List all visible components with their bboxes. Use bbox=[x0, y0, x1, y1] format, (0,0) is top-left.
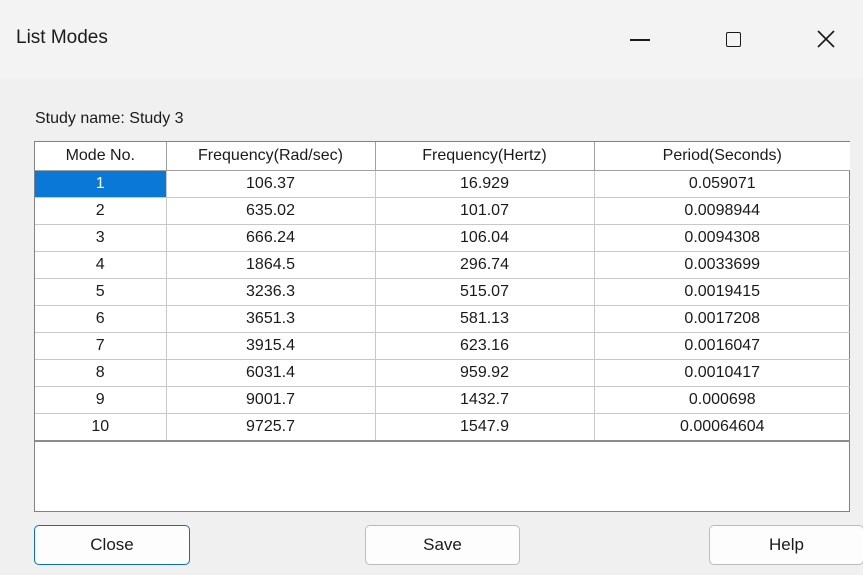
table-row[interactable]: 2 635.02 101.07 0.0098944 bbox=[35, 197, 850, 225]
cell-period[interactable]: 0.0010417 bbox=[594, 359, 850, 387]
cell-frequency-rad[interactable]: 9725.7 bbox=[166, 413, 376, 442]
cell-frequency-rad[interactable]: 3915.4 bbox=[166, 332, 376, 360]
cell-period[interactable]: 0.0017208 bbox=[594, 305, 850, 333]
table-row[interactable]: 6 3651.3 581.13 0.0017208 bbox=[35, 305, 850, 333]
help-button[interactable]: Help bbox=[709, 525, 863, 565]
cell-mode-no[interactable]: 9 bbox=[35, 386, 167, 414]
cell-mode-no[interactable]: 8 bbox=[35, 359, 167, 387]
study-name-label: Study name: Study 3 bbox=[35, 110, 184, 127]
save-button[interactable]: Save bbox=[365, 525, 520, 565]
cell-period[interactable]: 0.00064604 bbox=[594, 413, 850, 442]
cell-period[interactable]: 0.0098944 bbox=[594, 197, 850, 225]
cell-mode-no[interactable]: 2 bbox=[35, 197, 167, 225]
minimize-button[interactable] bbox=[610, 14, 670, 64]
table-row[interactable]: 10 9725.7 1547.9 0.00064604 bbox=[35, 413, 850, 442]
cell-mode-no[interactable]: 10 bbox=[35, 413, 167, 442]
title-bar: List Modes bbox=[0, 0, 863, 78]
maximize-button[interactable] bbox=[703, 14, 763, 64]
close-icon bbox=[817, 30, 835, 48]
cell-period[interactable]: 0.0094308 bbox=[594, 224, 850, 252]
cell-mode-no[interactable]: 5 bbox=[35, 278, 167, 306]
cell-period[interactable]: 0.0016047 bbox=[594, 332, 850, 360]
cell-frequency-hertz[interactable]: 581.13 bbox=[375, 305, 595, 333]
cell-mode-no[interactable]: 1 bbox=[35, 170, 167, 198]
column-header-frequency-rad[interactable]: Frequency(Rad/sec) bbox=[166, 142, 376, 171]
cell-frequency-rad[interactable]: 6031.4 bbox=[166, 359, 376, 387]
cell-frequency-hertz[interactable]: 623.16 bbox=[375, 332, 595, 360]
cell-frequency-hertz[interactable]: 1432.7 bbox=[375, 386, 595, 414]
minimize-icon bbox=[630, 39, 650, 41]
cell-frequency-rad[interactable]: 666.24 bbox=[166, 224, 376, 252]
cell-frequency-hertz[interactable]: 1547.9 bbox=[375, 413, 595, 442]
header-row: Mode No. Frequency(Rad/sec) Frequency(He… bbox=[35, 142, 850, 171]
cell-mode-no[interactable]: 3 bbox=[35, 224, 167, 252]
cell-frequency-hertz[interactable]: 101.07 bbox=[375, 197, 595, 225]
cell-frequency-hertz[interactable]: 296.74 bbox=[375, 251, 595, 279]
cell-frequency-rad[interactable]: 3236.3 bbox=[166, 278, 376, 306]
cell-mode-no[interactable]: 6 bbox=[35, 305, 167, 333]
cell-frequency-rad[interactable]: 9001.7 bbox=[166, 386, 376, 414]
table-row[interactable]: 3 666.24 106.04 0.0094308 bbox=[35, 224, 850, 252]
modes-table: Mode No. Frequency(Rad/sec) Frequency(He… bbox=[35, 142, 850, 442]
cell-frequency-hertz[interactable]: 959.92 bbox=[375, 359, 595, 387]
cell-frequency-hertz[interactable]: 16.929 bbox=[375, 170, 595, 198]
cell-frequency-hertz[interactable]: 515.07 bbox=[375, 278, 595, 306]
cell-frequency-hertz[interactable]: 106.04 bbox=[375, 224, 595, 252]
cell-period[interactable]: 0.0033699 bbox=[594, 251, 850, 279]
close-window-button[interactable] bbox=[796, 14, 856, 64]
column-header-period[interactable]: Period(Seconds) bbox=[594, 142, 850, 171]
cell-period[interactable]: 0.059071 bbox=[594, 170, 850, 198]
cell-frequency-rad[interactable]: 106.37 bbox=[166, 170, 376, 198]
maximize-icon bbox=[725, 31, 741, 47]
modes-grid[interactable]: Mode No. Frequency(Rad/sec) Frequency(He… bbox=[34, 141, 850, 512]
table-row[interactable]: 1 106.37 16.929 0.059071 bbox=[35, 170, 850, 198]
list-modes-dialog: List Modes Study name: Study 3 Mode No. bbox=[0, 0, 863, 575]
table-row[interactable]: 7 3915.4 623.16 0.0016047 bbox=[35, 332, 850, 360]
table-row[interactable]: 4 1864.5 296.74 0.0033699 bbox=[35, 251, 850, 279]
column-header-frequency-hertz[interactable]: Frequency(Hertz) bbox=[375, 142, 595, 171]
column-header-mode-no[interactable]: Mode No. bbox=[35, 142, 167, 171]
table-row[interactable]: 5 3236.3 515.07 0.0019415 bbox=[35, 278, 850, 306]
cell-period[interactable]: 0.000698 bbox=[594, 386, 850, 414]
cell-mode-no[interactable]: 4 bbox=[35, 251, 167, 279]
cell-frequency-rad[interactable]: 3651.3 bbox=[166, 305, 376, 333]
window-title: List Modes bbox=[16, 27, 108, 48]
cell-mode-no[interactable]: 7 bbox=[35, 332, 167, 360]
table-row[interactable]: 8 6031.4 959.92 0.0010417 bbox=[35, 359, 850, 387]
close-button[interactable]: Close bbox=[34, 525, 190, 565]
cell-frequency-rad[interactable]: 1864.5 bbox=[166, 251, 376, 279]
cell-frequency-rad[interactable]: 635.02 bbox=[166, 197, 376, 225]
table-row[interactable]: 9 9001.7 1432.7 0.000698 bbox=[35, 386, 850, 414]
cell-period[interactable]: 0.0019415 bbox=[594, 278, 850, 306]
